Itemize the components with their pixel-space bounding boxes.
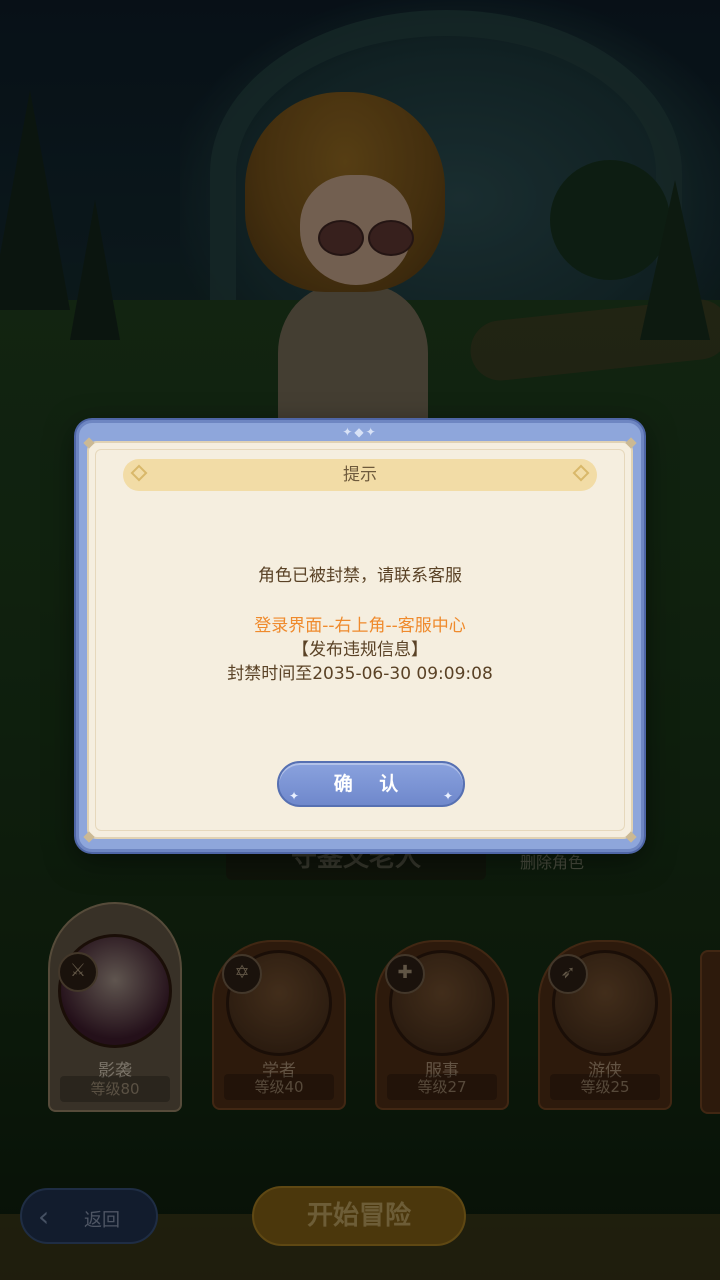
ban-message: 角色已被封禁，请联系客服: [258, 566, 462, 586]
corner-ornament-icon: [625, 437, 637, 449]
dialog-panel: 提示 角色已被封禁，请联系客服 登录界面--右上角--客服中心 【发布违规信息】…: [83, 437, 637, 843]
dialog-title-bar: 提示: [123, 459, 597, 491]
ban-notice-dialog: ✦◆✦ 提示 角色已被封禁，请联系客服 登录界面--右上角--客服中心 【发布违…: [76, 420, 644, 852]
dialog-title: 提示: [343, 465, 377, 485]
confirm-button-label: 确 认: [333, 773, 409, 795]
sparkle-icon: ✦: [442, 789, 453, 803]
sparkle-icon: ✦: [289, 789, 300, 803]
ban-expiry: 封禁时间至2035-06-30 09:09:08: [227, 664, 493, 684]
corner-ornament-icon: [625, 831, 637, 843]
game-screen: 守鉴又老人 删除角色 ⚔ 影袭 等级80 ✡ 学者 等级40 ✚ 服事 等级27…: [0, 0, 720, 1280]
ban-reason: 【发布违规信息】: [292, 640, 428, 660]
corner-ornament-icon: [83, 437, 95, 449]
confirm-button[interactable]: ✦ 确 认 ✦: [277, 761, 465, 807]
corner-ornament-icon: [83, 831, 95, 843]
support-path-hint: 登录界面--右上角--客服中心: [254, 616, 466, 636]
diamond-ornament-icon: ✦◆✦: [342, 425, 378, 439]
